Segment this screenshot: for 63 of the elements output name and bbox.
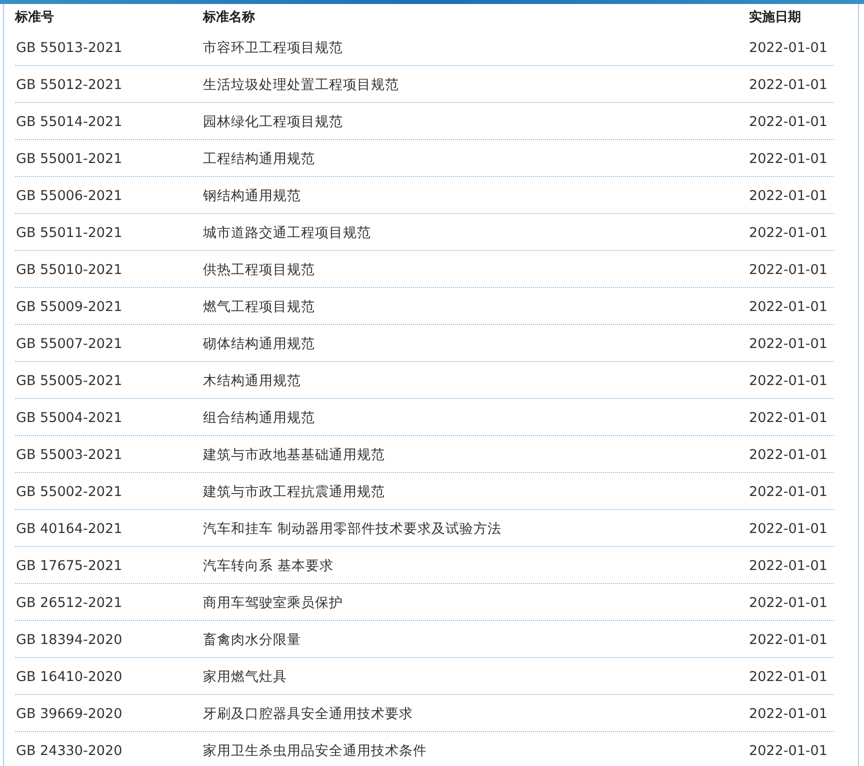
table-cell: 市容环卫工程项目规范	[203, 40, 343, 56]
table-cell: 畜禽肉水分限量	[203, 632, 301, 648]
table-cell: 2022-01-01	[749, 484, 828, 500]
table-cell: 2022-01-01	[749, 114, 828, 130]
table-cell: 商用车驾驶室乘员保护	[203, 595, 343, 611]
table-cell: 燃气工程项目规范	[203, 299, 315, 315]
table-cell: 2022-01-01	[749, 447, 828, 463]
table-cell: GB 55001-2021	[16, 151, 122, 167]
table-cell: 2022-01-01	[749, 521, 828, 537]
table-cell: GB 39669-2020	[16, 706, 122, 722]
table-cell: 2022-01-01	[749, 225, 828, 241]
table-cell: 2022-01-01	[749, 669, 828, 685]
table-cell: 2022-01-01	[749, 151, 828, 167]
table-cell: 工程结构通用规范	[203, 151, 315, 167]
table-cell: GB 16410-2020	[16, 669, 122, 685]
table-cell: GB 55012-2021	[16, 77, 122, 93]
table-cell: GB 55004-2021	[16, 410, 122, 426]
table-cell: 组合结构通用规范	[203, 410, 315, 426]
table-cell: 2022-01-01	[749, 743, 828, 759]
table-cell: 2022-01-01	[749, 595, 828, 611]
table-cell: 2022-01-01	[749, 632, 828, 648]
table-cell: 城市道路交通工程项目规范	[203, 225, 371, 241]
table-cell: 2022-01-01	[749, 558, 828, 574]
table-cell: GB 26512-2021	[16, 595, 122, 611]
table-cell: GB 55007-2021	[16, 336, 122, 352]
table-cell: 2022-01-01	[749, 336, 828, 352]
table-cell: 建筑与市政地基基础通用规范	[203, 447, 385, 463]
table-cell: 家用卫生杀虫用品安全通用技术条件	[203, 743, 427, 759]
table-cell: 2022-01-01	[749, 299, 828, 315]
column-header: 标准名称	[203, 10, 255, 25]
table-cell: GB 55006-2021	[16, 188, 122, 204]
table-cell: GB 55011-2021	[16, 225, 122, 241]
table-cell: 2022-01-01	[749, 706, 828, 722]
table-cell: GB 55005-2021	[16, 373, 122, 389]
table-cell: 2022-01-01	[749, 262, 828, 278]
table-cell: GB 55003-2021	[16, 447, 122, 463]
table-cell: GB 40164-2021	[16, 521, 122, 537]
table-cell: 牙刷及口腔器具安全通用技术要求	[203, 706, 413, 722]
table-cell: GB 18394-2020	[16, 632, 122, 648]
table-cell: 2022-01-01	[749, 77, 828, 93]
column-header: 实施日期	[749, 10, 801, 25]
column-header: 标准号	[15, 10, 54, 25]
table-cell: 建筑与市政工程抗震通用规范	[203, 484, 385, 500]
table-cell: GB 55002-2021	[16, 484, 122, 500]
table-cell: 2022-01-01	[749, 188, 828, 204]
table-cell: 2022-01-01	[749, 410, 828, 426]
table-cell: 家用燃气灶具	[203, 669, 287, 685]
table-cell: 汽车转向系 基本要求	[203, 558, 334, 574]
table-cell: 供热工程项目规范	[203, 262, 315, 278]
table-cell: 汽车和挂车 制动器用零部件技术要求及试验方法	[203, 521, 502, 537]
table-cell: 2022-01-01	[749, 40, 828, 56]
table-cell: 砌体结构通用规范	[203, 336, 315, 352]
table-cell: GB 55013-2021	[16, 40, 122, 56]
table-cell: 园林绿化工程项目规范	[203, 114, 343, 130]
table-cell: 生活垃圾处理处置工程项目规范	[203, 77, 399, 93]
table-cell: GB 55009-2021	[16, 299, 122, 315]
table-cell: 木结构通用规范	[203, 373, 301, 389]
table-cell: 2022-01-01	[749, 373, 828, 389]
table-cell: GB 17675-2021	[16, 558, 122, 574]
table-cell: GB 55010-2021	[16, 262, 122, 278]
table-cell: GB 55014-2021	[16, 114, 122, 130]
table-cell: 钢结构通用规范	[203, 188, 301, 204]
table-cell: GB 24330-2020	[16, 743, 122, 759]
